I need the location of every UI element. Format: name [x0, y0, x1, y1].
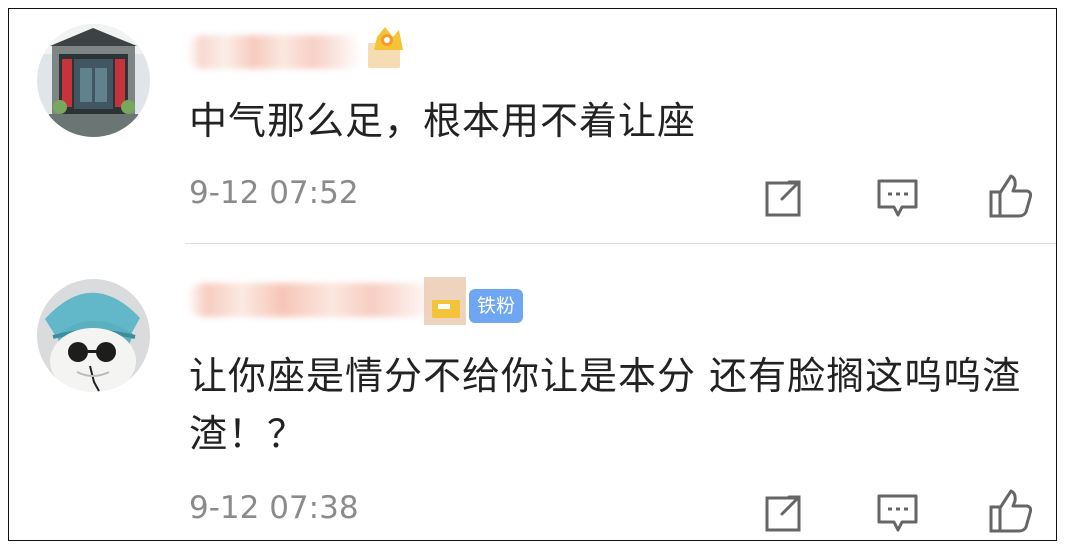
crown-icon [365, 25, 411, 69]
temple-gate-avatar [37, 24, 150, 137]
comment-icon[interactable] [874, 173, 922, 221]
fan-badge: 铁粉 [469, 289, 523, 323]
share-icon[interactable] [760, 488, 808, 536]
redacted-username[interactable] [187, 275, 442, 321]
comment-list: 中气那么足，根本用不着让座 9-12 07:52 铁粉 让你座是情分不给你让是本… [8, 8, 1057, 541]
comment-icon[interactable] [874, 488, 922, 536]
user-avatar[interactable] [37, 279, 150, 392]
user-avatar[interactable] [37, 24, 150, 137]
comment-divider [185, 243, 1056, 244]
cat-with-hat-avatar [37, 279, 150, 392]
comment-text: 让你座是情分不给你让是本分 还有脸搁这呜呜渣渣！？ [189, 354, 1022, 456]
comment-text: 中气那么足，根本用不着让座 [189, 99, 697, 143]
like-icon[interactable] [986, 171, 1034, 219]
comment-time: 9-12 07:52 [189, 175, 359, 211]
share-icon[interactable] [760, 173, 808, 221]
comment-item: 中气那么足，根本用不着让座 9-12 07:52 [9, 9, 1056, 244]
gold-level-icon [424, 275, 466, 327]
comment-item: 铁粉 让你座是情分不给你让是本分 还有脸搁这呜呜渣渣！？ 9-12 07:38 [9, 245, 1056, 540]
like-icon[interactable] [986, 486, 1034, 534]
comment-time: 9-12 07:38 [189, 490, 359, 526]
